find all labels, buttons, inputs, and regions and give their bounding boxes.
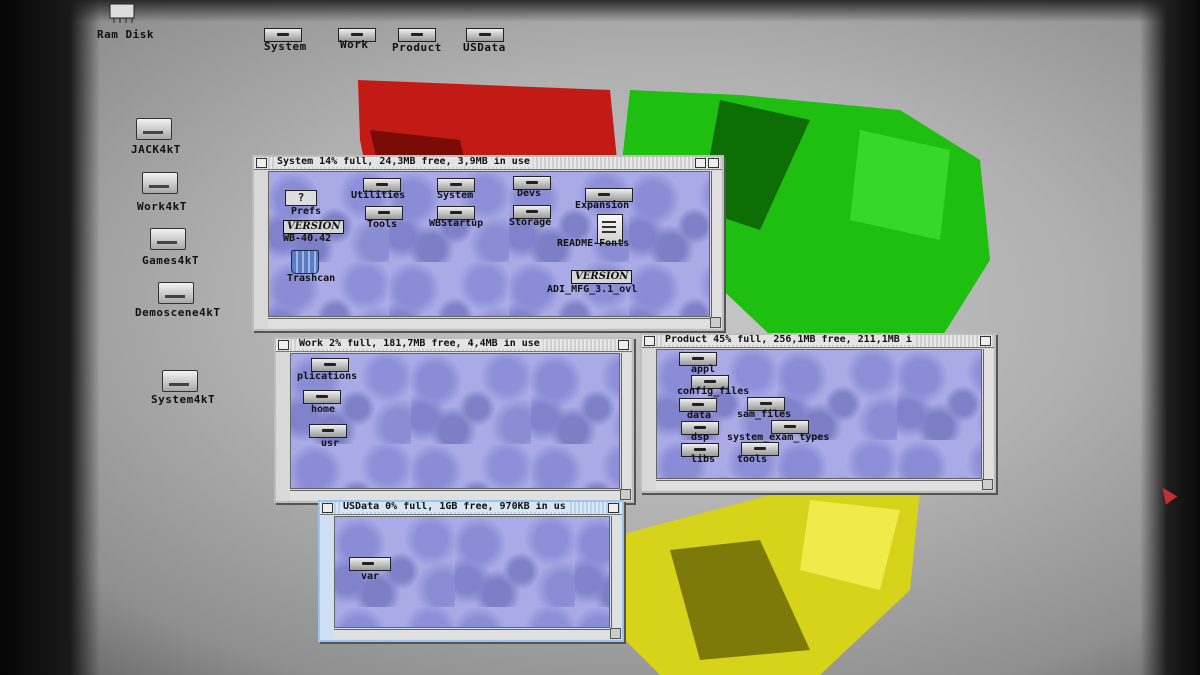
demoscene4kt-label: Demoscene4kT [135,306,221,319]
jack4kt-drive-icon[interactable] [136,118,172,140]
system-window-content: ? Prefs VERSION WB-40.42 Trashcan Utilit… [268,171,710,317]
workbench-screen: Ram Disk System Work Product USData Mo J… [0,0,1200,675]
vertical-scrollbar[interactable] [611,516,621,628]
games4kt-drive-icon[interactable] [150,228,186,250]
sam-files-label: sam_files [737,409,792,420]
home-label: home [311,404,336,415]
usdata-window[interactable]: USData 0% full, 1GB free, 970KB in us va… [318,500,624,642]
vertical-scrollbar[interactable] [711,171,721,317]
monitor-bezel-right [1140,0,1200,675]
work-window[interactable]: Work 2% full, 181,7MB free, 4,4MB in use… [274,337,634,503]
close-gadget[interactable] [256,158,267,168]
expansion-label: Expansion [575,200,630,211]
jack4kt-label: JACK4kT [131,143,181,156]
product-drawer-icon[interactable] [398,28,436,42]
prefs-label: Prefs [291,206,322,217]
product-window-title: Product 45% full, 256,1MB free, 211,1MB … [662,335,915,345]
horizontal-scrollbar[interactable] [334,629,610,639]
product-drawer-label: Product [392,41,442,54]
utilities-label: Utilities [351,190,406,201]
horizontal-scrollbar[interactable] [656,480,982,490]
depth-gadget[interactable] [608,503,619,513]
home-drawer-icon[interactable] [303,390,341,404]
appl-label: appl [691,364,716,375]
wb-version-label: WB-40.42 [283,233,332,244]
product-window[interactable]: Product 45% full, 256,1MB free, 211,1MB … [640,333,996,493]
scroll-arrow-buttons[interactable] [620,489,631,500]
zoom-gadget[interactable] [695,158,706,168]
storage-label: Storage [509,217,552,228]
tools-label: Tools [367,219,398,230]
partial-icon-label[interactable]: Mo [1181,38,1195,51]
work-window-content: plications home usr [290,353,620,489]
config-files-label: config_files [677,386,750,397]
usr-drawer-icon[interactable] [309,424,347,438]
usdata-window-title: USData 0% full, 1GB free, 970KB in us [340,502,569,512]
usdata-drawer-label: USData [463,41,506,54]
usdata-window-content: var [334,516,610,628]
var-drawer-icon[interactable] [349,557,391,571]
data-label: data [687,410,712,421]
horizontal-scrollbar[interactable] [268,318,710,328]
tools-drawer-icon[interactable] [365,206,403,220]
trashcan-label: Trashcan [287,273,336,284]
adi-label: ADI_MFG_3.1_ovl [547,284,638,295]
ram-disk-label: Ram Disk [97,28,154,41]
close-gadget[interactable] [644,336,655,346]
close-gadget[interactable] [278,340,289,350]
product-window-content: appl config_files data sam_files dsp sys… [656,349,982,479]
depth-gadget[interactable] [708,158,719,168]
plications-label: plications [297,371,358,382]
tools-label-product: tools [737,454,768,465]
system-window[interactable]: System 14% full, 24,3MB free, 3,9MB in u… [252,155,724,331]
scroll-arrow-buttons[interactable] [610,628,621,639]
demoscene4kt-drive-icon[interactable] [158,282,194,304]
vertical-scrollbar[interactable] [621,353,631,489]
plications-drawer-icon[interactable] [311,358,349,372]
adi-version-badge[interactable]: VERSION [571,270,633,284]
version-badge[interactable]: VERSION [283,220,345,234]
depth-gadget[interactable] [980,336,991,346]
work-drawer-label: Work [340,38,369,51]
system4kt-drive-icon[interactable] [162,370,198,392]
work4kt-drive-icon[interactable] [142,172,178,194]
games4kt-label: Games4kT [142,254,199,267]
system4kt-label: System4kT [151,393,216,406]
work-window-title: Work 2% full, 181,7MB free, 4,4MB in use [296,339,543,349]
work-window-titlebar[interactable]: Work 2% full, 181,7MB free, 4,4MB in use [276,339,632,352]
system-window-title: System 14% full, 24,3MB free, 3,9MB in u… [274,157,533,167]
close-gadget[interactable] [322,503,333,513]
trashcan-icon[interactable] [291,250,319,274]
vertical-scrollbar[interactable] [983,349,993,479]
system-window-titlebar[interactable]: System 14% full, 24,3MB free, 3,9MB in u… [254,157,722,170]
chip-icon [109,3,135,23]
usdata-drawer-icon[interactable] [466,28,504,42]
ram-disk-icon[interactable] [104,0,144,24]
dsp-label: dsp [691,432,710,443]
system-label: System [437,190,474,201]
work4kt-label: Work4kT [137,200,187,213]
usr-label: usr [321,438,340,449]
libs-label: libs [691,454,716,465]
scroll-arrow-buttons[interactable] [982,479,993,490]
monitor-bezel-left [0,0,100,675]
product-window-titlebar[interactable]: Product 45% full, 256,1MB free, 211,1MB … [642,335,994,348]
system-drawer-label: System [264,40,307,53]
devs-label: Devs [517,188,542,199]
var-label: var [361,571,380,582]
scroll-arrow-buttons[interactable] [710,317,721,328]
readme-fonts-label: README-Fonts [557,238,630,249]
monitor-bezel-top [0,0,1200,22]
usdata-window-titlebar[interactable]: USData 0% full, 1GB free, 970KB in us [320,502,622,515]
prefs-drawer-icon[interactable]: ? [285,190,317,206]
depth-gadget[interactable] [618,340,629,350]
horizontal-scrollbar[interactable] [290,490,620,500]
wbstartup-label: WBStartup [429,218,484,229]
